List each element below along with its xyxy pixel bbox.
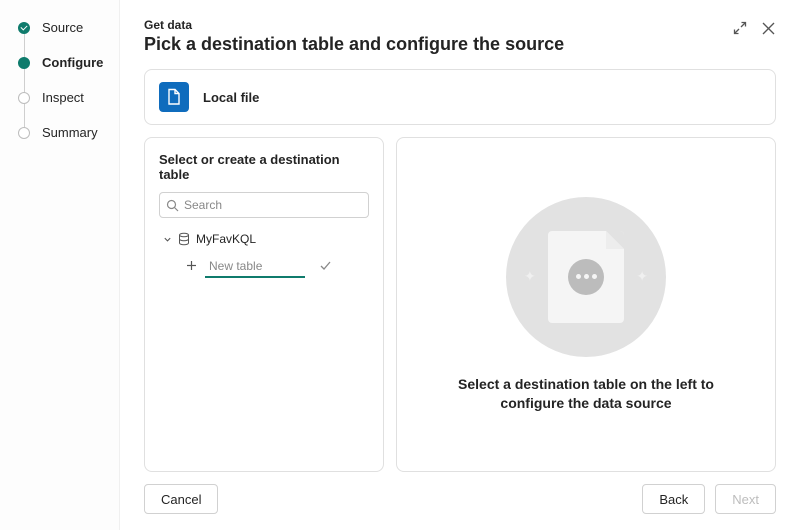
step-label: Configure <box>42 55 103 70</box>
header: Get data Pick a destination table and co… <box>144 18 776 55</box>
wizard-steps: Source Configure Inspect Summary <box>0 0 120 530</box>
check-icon <box>18 22 30 34</box>
step-label: Inspect <box>42 90 84 105</box>
step-configure[interactable]: Configure <box>18 55 109 70</box>
new-table-input[interactable] <box>205 256 305 278</box>
chevron-down-icon <box>163 235 172 244</box>
empty-state-message: Select a destination table on the left t… <box>436 375 736 413</box>
step-summary[interactable]: Summary <box>18 125 109 140</box>
panel-title: Select or create a destination table <box>159 152 369 182</box>
configure-source-panel: ✦ ✦ Select a destination table on the le… <box>396 137 776 472</box>
step-pending-dot-icon <box>18 92 30 104</box>
source-card[interactable]: Local file <box>144 69 776 125</box>
tree-database-row[interactable]: MyFavKQL <box>159 232 369 246</box>
step-label: Summary <box>42 125 98 140</box>
sparkle-icon: ✦ <box>524 268 536 285</box>
confirm-check-icon[interactable] <box>319 259 332 275</box>
close-icon[interactable] <box>760 20 776 36</box>
database-name: MyFavKQL <box>196 232 256 246</box>
next-button: Next <box>715 484 776 514</box>
page-title: Pick a destination table and configure t… <box>144 34 732 55</box>
step-label: Source <box>42 20 83 35</box>
step-connector-line <box>24 30 25 130</box>
step-source[interactable]: Source <box>18 20 109 35</box>
empty-state-illustration: ✦ ✦ <box>506 197 666 357</box>
new-table-row <box>159 256 369 278</box>
search-input[interactable] <box>184 198 362 212</box>
step-pending-dot-icon <box>18 127 30 139</box>
cancel-button[interactable]: Cancel <box>144 484 218 514</box>
step-inspect[interactable]: Inspect <box>18 90 109 105</box>
search-icon <box>166 199 179 212</box>
panels: Select or create a destination table <box>144 137 776 472</box>
footer: Cancel Back Next <box>144 484 776 514</box>
table-tree: MyFavKQL <box>159 232 369 278</box>
expand-icon[interactable] <box>732 20 748 36</box>
main-content: Get data Pick a destination table and co… <box>120 0 800 530</box>
header-text: Get data Pick a destination table and co… <box>144 18 732 55</box>
search-box[interactable] <box>159 192 369 218</box>
file-icon <box>159 82 189 112</box>
source-label: Local file <box>203 90 259 105</box>
sparkle-icon: ✦ <box>636 268 648 285</box>
back-button[interactable]: Back <box>642 484 705 514</box>
page-subtitle: Get data <box>144 18 732 32</box>
database-icon <box>178 232 190 246</box>
plus-icon[interactable] <box>185 260 197 274</box>
document-icon <box>548 231 624 323</box>
step-current-dot-icon <box>18 57 30 69</box>
destination-table-panel: Select or create a destination table <box>144 137 384 472</box>
